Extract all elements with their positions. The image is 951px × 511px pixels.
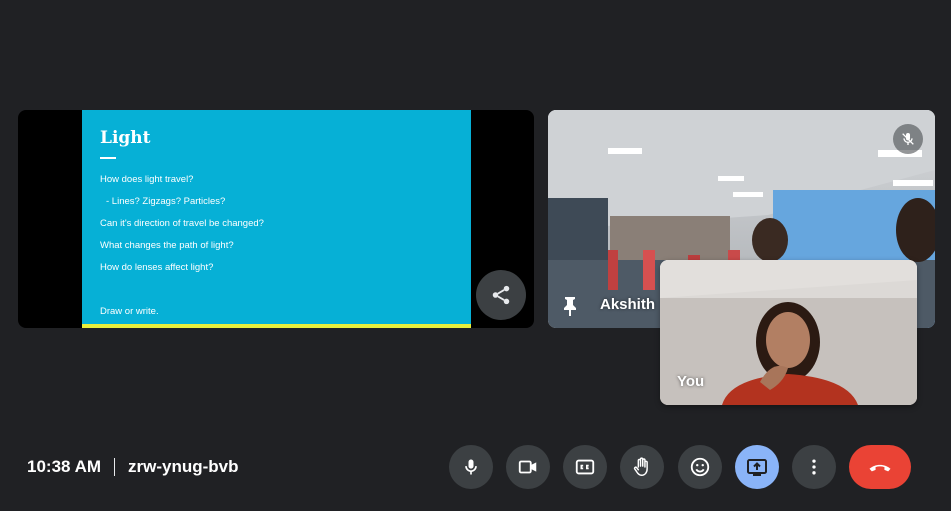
meeting-info: 10:38 AM zrw-ynug-bvb [27,456,239,478]
slide-accent-strip [82,324,471,328]
more-options-button[interactable] [792,445,836,489]
slide-line: How do lenses affect light? [100,262,214,273]
end-call-icon [869,464,891,472]
meeting-time: 10:38 AM [27,457,102,476]
divider [114,458,116,476]
slide-footer: Draw or write. [100,306,159,317]
slide-line: What changes the path of light? [100,240,234,251]
more-options-icon [812,459,816,475]
raise-hand-icon [633,457,648,476]
slide-line: How does light travel? [100,174,194,185]
share-icon [492,285,510,305]
share-button[interactable] [476,270,526,320]
slide: Light How does light travel? - Lines? Zi… [82,110,471,328]
pin-icon[interactable] [562,296,578,316]
captions-button[interactable] [563,445,607,489]
captions-icon [575,459,595,475]
self-name-label: You [677,373,705,390]
self-view-tile[interactable]: You [660,260,917,405]
present-screen-button[interactable] [735,445,779,489]
slide-title: Light [100,128,151,148]
slide-line: - Lines? Zigzags? Particles? [106,196,226,207]
participant-name: Akshith [600,296,656,313]
mic-icon [465,459,477,475]
emoji-icon [690,457,710,477]
camera-icon [518,460,537,474]
mic-off-icon [902,133,914,145]
microphone-button[interactable] [449,445,493,489]
muted-indicator [893,124,923,154]
slide-line: Can it's direction of travel be changed? [100,218,264,229]
present-screen-icon [747,459,767,476]
slide-title-underline [100,157,116,159]
raise-hand-button[interactable] [620,445,664,489]
presentation-tile[interactable]: Light How does light travel? - Lines? Zi… [18,110,534,328]
meeting-code[interactable]: zrw-ynug-bvb [128,457,239,477]
emoji-button[interactable] [678,445,722,489]
camera-button[interactable] [506,445,550,489]
leave-call-button[interactable] [849,445,911,489]
